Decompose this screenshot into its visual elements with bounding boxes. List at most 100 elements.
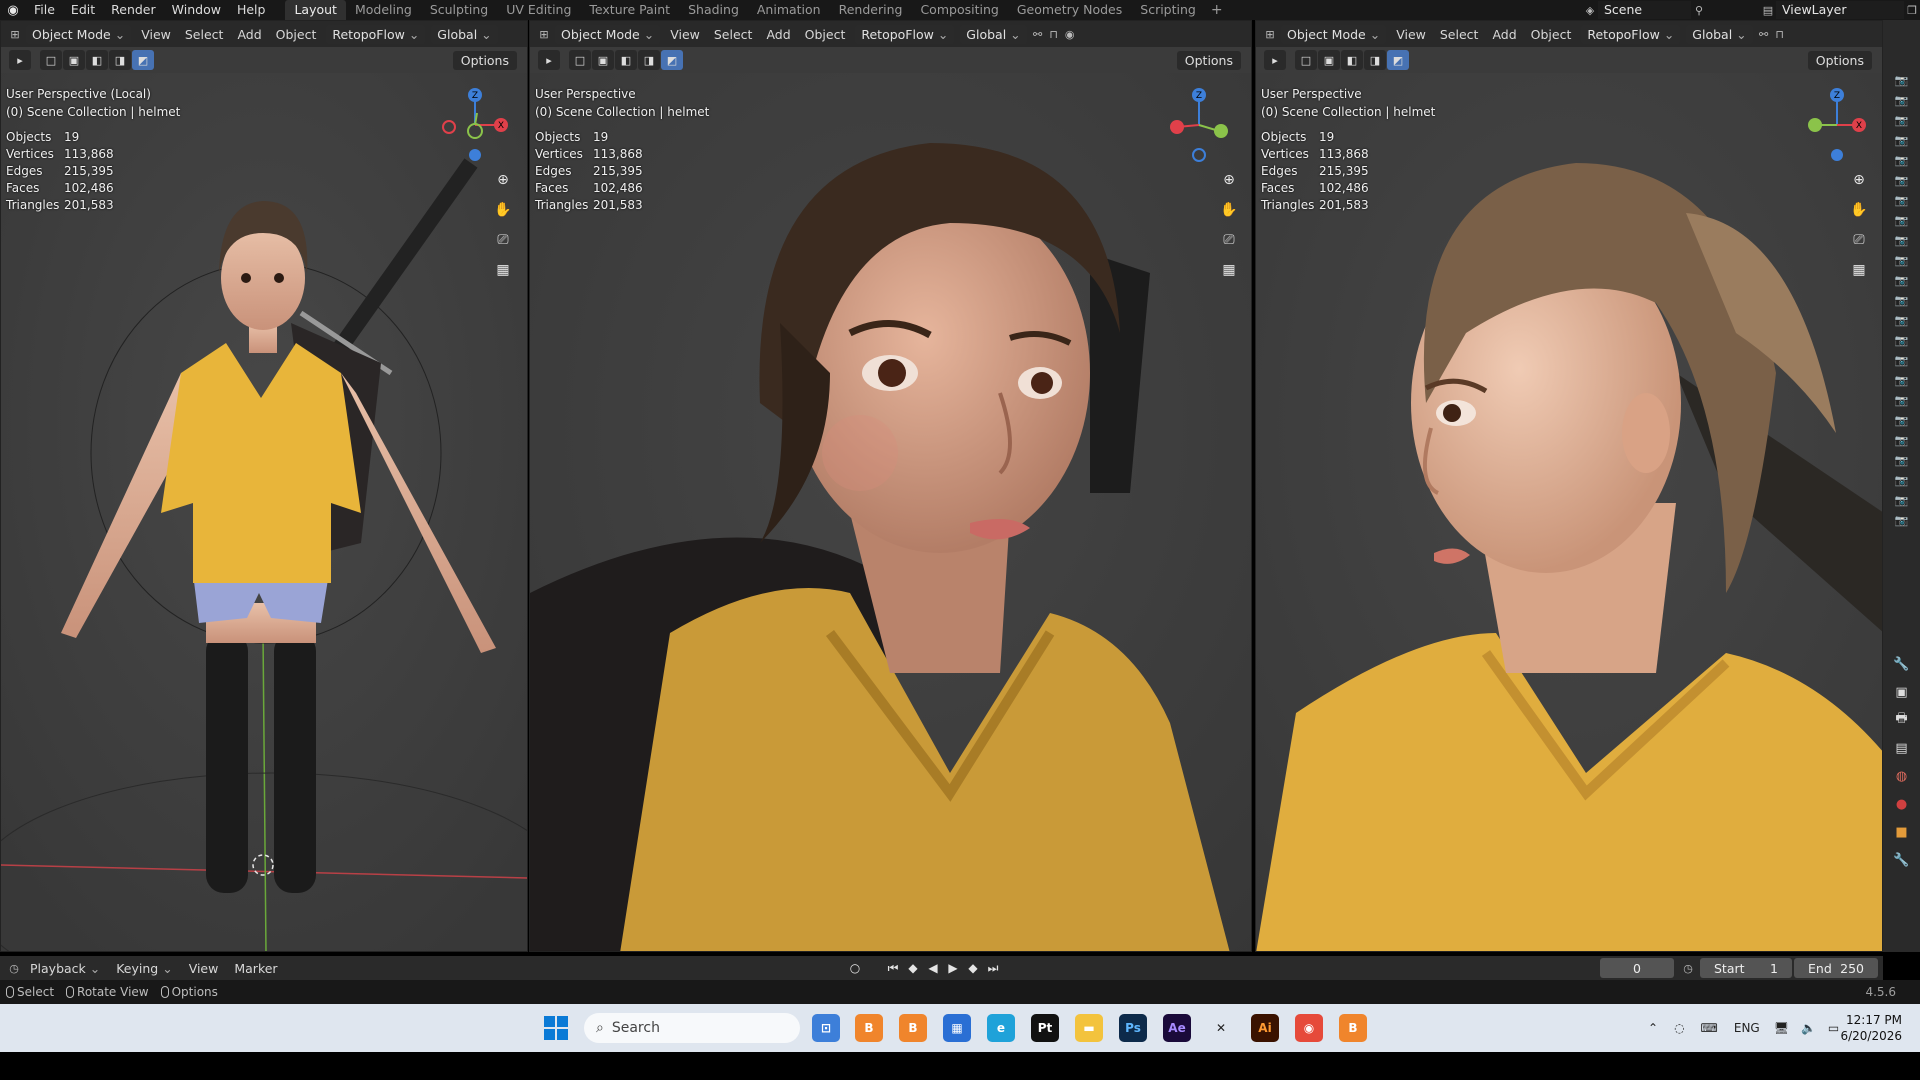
render-toggle-icon[interactable]: 📷 xyxy=(1883,250,1920,270)
blender-icon[interactable]: B xyxy=(855,1014,883,1042)
navigation-gizmo[interactable]: Z xyxy=(1163,85,1233,165)
navigation-gizmo[interactable]: Z X xyxy=(1801,85,1871,165)
viewport-right[interactable]: ⊞ Object Mode View Select Add Object Ret… xyxy=(1255,20,1883,952)
editor-type-icon[interactable]: ⊞ xyxy=(536,26,552,42)
zoom-icon[interactable]: ⊕ xyxy=(1216,167,1242,193)
playback-menu[interactable]: Playback xyxy=(22,961,108,976)
object-menu[interactable]: Object xyxy=(798,27,853,42)
play-reverse-icon[interactable]: ◀ xyxy=(923,961,943,975)
object-menu[interactable]: Object xyxy=(1524,27,1579,42)
tab-shading[interactable]: Shading xyxy=(679,0,748,20)
output-properties-icon[interactable]: 🖶 xyxy=(1883,706,1920,734)
select-intersect-icon[interactable]: ◩ xyxy=(1387,50,1409,70)
camera-view-icon[interactable]: ⎚ xyxy=(490,227,516,253)
scene-selector[interactable]: ◈ Scene ⚲ xyxy=(1582,0,1707,20)
menu-window[interactable]: Window xyxy=(164,0,229,20)
zoom-icon[interactable]: ⊕ xyxy=(490,167,516,193)
keying-menu[interactable]: Keying xyxy=(108,961,180,976)
select-subtract-icon[interactable]: ◧ xyxy=(615,50,637,70)
select-invert-icon[interactable]: ◨ xyxy=(1364,50,1386,70)
tab-animation[interactable]: Animation xyxy=(748,0,830,20)
zbrush-icon[interactable]: ✕ xyxy=(1207,1014,1235,1042)
tab-scripting[interactable]: Scripting xyxy=(1131,0,1205,20)
add-menu[interactable]: Add xyxy=(1485,27,1523,42)
render-toggle-icon[interactable]: 📷 xyxy=(1883,430,1920,450)
chrome-icon[interactable]: ◉ xyxy=(1295,1014,1323,1042)
orientation-dropdown[interactable]: Global xyxy=(960,24,1027,44)
snap-icon[interactable]: ⊓ xyxy=(1772,26,1788,42)
tab-compositing[interactable]: Compositing xyxy=(911,0,1007,20)
ortho-grid-icon[interactable]: ▦ xyxy=(1216,257,1242,283)
edge-icon[interactable]: e xyxy=(987,1014,1015,1042)
select-extend-icon[interactable]: ▣ xyxy=(1318,50,1340,70)
ortho-grid-icon[interactable]: ▦ xyxy=(1846,257,1872,283)
tab-modeling[interactable]: Modeling xyxy=(346,0,421,20)
tab-sculpting[interactable]: Sculpting xyxy=(421,0,497,20)
start-frame-field[interactable]: Start 1 xyxy=(1700,958,1792,978)
language-indicator[interactable]: ENG xyxy=(1734,1021,1760,1035)
timeline-view-menu[interactable]: View xyxy=(181,961,227,976)
mode-dropdown[interactable]: Object Mode xyxy=(26,24,132,44)
modifier-properties-icon[interactable]: 🔧 xyxy=(1883,846,1920,874)
render-toggle-icon[interactable]: 📷 xyxy=(1883,510,1920,530)
render-toggle-icon[interactable]: 📷 xyxy=(1883,370,1920,390)
pivot-icon[interactable]: ⚯ xyxy=(1756,26,1772,42)
view-menu[interactable]: View xyxy=(1389,27,1433,42)
render-properties-icon[interactable]: ▣ xyxy=(1883,678,1920,706)
current-frame-field[interactable]: 0 xyxy=(1600,958,1674,978)
mode-dropdown[interactable]: Object Mode xyxy=(1281,24,1387,44)
store-icon[interactable]: ▦ xyxy=(943,1014,971,1042)
marker-menu[interactable]: Marker xyxy=(226,961,285,976)
blender-icon[interactable]: B xyxy=(1339,1014,1367,1042)
zoom-icon[interactable]: ⊕ xyxy=(1846,167,1872,193)
preview-range-icon[interactable]: ◷ xyxy=(1680,960,1696,976)
tab-geometry-nodes[interactable]: Geometry Nodes xyxy=(1008,0,1131,20)
taskbar-clock[interactable]: 12:17 PM 6/20/2026 xyxy=(1838,1012,1902,1044)
new-layer-icon[interactable]: ❐ xyxy=(1904,2,1920,18)
pivot-icon[interactable]: ⚯ xyxy=(1030,26,1046,42)
add-menu[interactable]: Add xyxy=(230,27,268,42)
add-menu[interactable]: Add xyxy=(759,27,797,42)
prev-keyframe-icon[interactable]: ◆ xyxy=(903,961,923,975)
options-dropdown[interactable]: Options xyxy=(1176,51,1241,70)
render-toggle-icon[interactable]: 📷 xyxy=(1883,410,1920,430)
select-menu[interactable]: Select xyxy=(707,27,760,42)
add-workspace-icon[interactable]: + xyxy=(1205,0,1229,20)
auto-key-icon[interactable]: ○ xyxy=(845,961,865,975)
scene-properties-icon[interactable]: ◍ xyxy=(1883,762,1920,790)
blender-icon[interactable]: B xyxy=(899,1014,927,1042)
select-new-icon[interactable]: □ xyxy=(1295,50,1317,70)
view-layer-name[interactable]: ViewLayer xyxy=(1776,1,1904,19)
render-toggle-icon[interactable]: 📷 xyxy=(1883,350,1920,370)
world-properties-icon[interactable]: ● xyxy=(1883,790,1920,818)
mode-dropdown[interactable]: Object Mode xyxy=(555,24,661,44)
render-toggle-icon[interactable]: 📷 xyxy=(1883,330,1920,350)
menu-render[interactable]: Render xyxy=(103,0,164,20)
view-menu[interactable]: View xyxy=(134,27,178,42)
render-toggle-icon[interactable]: 📷 xyxy=(1883,130,1920,150)
viewport-center[interactable]: ⊞ Object Mode View Select Add Object Ret… xyxy=(529,20,1252,952)
timeline-editor-icon[interactable]: ◷ xyxy=(6,960,22,976)
camera-view-icon[interactable]: ⎚ xyxy=(1216,227,1242,253)
select-menu[interactable]: Select xyxy=(178,27,231,42)
pan-hand-icon[interactable]: ✋ xyxy=(1216,197,1242,223)
pan-hand-icon[interactable]: ✋ xyxy=(1846,197,1872,223)
end-frame-field[interactable]: End 250 xyxy=(1794,958,1878,978)
render-toggle-icon[interactable]: 📷 xyxy=(1883,490,1920,510)
orientation-dropdown[interactable]: Global xyxy=(431,24,498,44)
tray-app-icon[interactable]: ◌ xyxy=(1674,1021,1684,1035)
render-toggle-icon[interactable]: 📷 xyxy=(1883,90,1920,110)
menu-edit[interactable]: Edit xyxy=(63,0,103,20)
blender-logo-icon[interactable]: ◉ xyxy=(0,0,26,20)
select-invert-icon[interactable]: ◨ xyxy=(638,50,660,70)
navigation-gizmo[interactable]: Z X xyxy=(439,85,509,165)
select-new-icon[interactable]: □ xyxy=(40,50,62,70)
folder-icon[interactable]: ▬ xyxy=(1075,1014,1103,1042)
select-menu[interactable]: Select xyxy=(1433,27,1486,42)
options-dropdown[interactable]: Options xyxy=(452,51,517,70)
ortho-grid-icon[interactable]: ▦ xyxy=(490,257,516,283)
pin-icon[interactable]: ⚲ xyxy=(1691,2,1707,18)
photoshop-icon[interactable]: Ps xyxy=(1119,1014,1147,1042)
orientation-dropdown[interactable]: Global xyxy=(1686,24,1753,44)
camera-view-icon[interactable]: ⎚ xyxy=(1846,227,1872,253)
